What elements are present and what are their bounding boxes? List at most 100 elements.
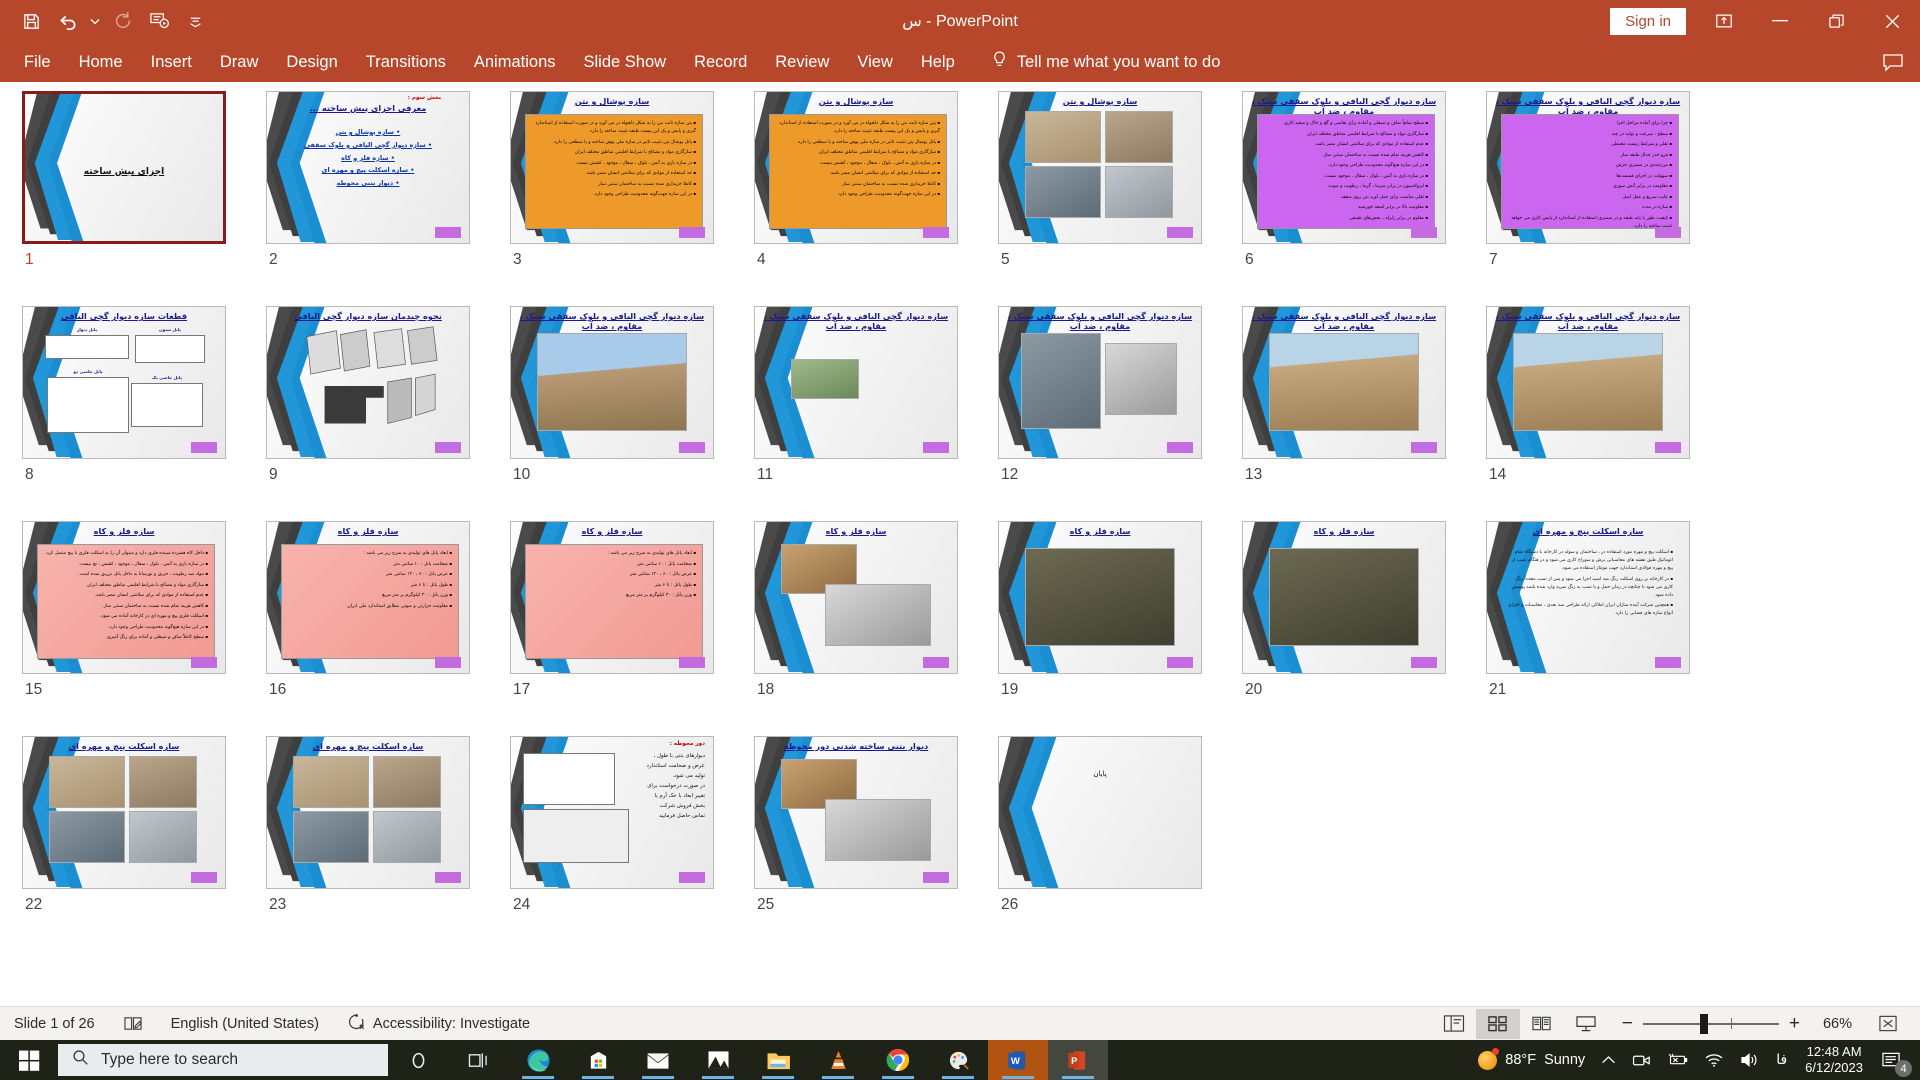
slide-preview[interactable]: سازه فلز و کاه — [754, 521, 958, 674]
task-view-icon[interactable] — [448, 1040, 508, 1080]
slide-preview[interactable]: بخش سوم : معرفی اجزای پیش ساخته ... • سازه… — [266, 91, 470, 244]
slide-preview[interactable]: سازه دیوار گچی الیافی و بلوک سقفی سبک ، … — [1242, 91, 1446, 244]
slide-preview[interactable]: سازه پوشال و بتن پتن سازه ثابت بتن را به … — [510, 91, 714, 244]
slide-preview[interactable]: سازه دیوار گچی الیافی و بلوک سقفی سبک ، … — [998, 306, 1202, 459]
slide-thumbnail-frame[interactable]: سازه پوشال و بتن پتن سازه ثابت بتن را به … — [754, 91, 958, 244]
slide-thumbnail-frame[interactable]: سازه دیوار گچی الیافی و بلوک سقفی سبک ، … — [1486, 91, 1690, 244]
zoom-slider[interactable] — [1642, 1013, 1779, 1034]
slide-preview[interactable]: سازه فلز و کاه ابعاد پانل های تولیدی به ش… — [510, 521, 714, 674]
clock[interactable]: 12:48 AM 6/12/2023 — [1795, 1044, 1873, 1077]
mail-icon[interactable] — [628, 1040, 688, 1080]
close-icon[interactable] — [1864, 0, 1920, 42]
slide-thumbnail-15[interactable]: سازه فلز و کاه داخل کاه فشرده شینده فلزی … — [22, 521, 266, 736]
slide-preview[interactable]: سازه دیوار گچی الیافی و بلوک سقفی سبک ، … — [754, 306, 958, 459]
slide-preview[interactable]: سازه فلز و کاه — [1242, 521, 1446, 674]
slide-thumbnail-4[interactable]: سازه پوشال و بتن پتن سازه ثابت بتن را به … — [754, 91, 998, 306]
restore-icon[interactable] — [1808, 0, 1864, 42]
slide-thumbnail-frame[interactable]: سازه دیوار گچی الیافی و بلوک سقفی سبک ، … — [998, 306, 1202, 459]
accessibility-checker[interactable]: Accessibility: Investigate — [333, 1007, 544, 1041]
customize-quick-access-toolbar-icon[interactable] — [178, 5, 212, 37]
slide-thumbnail-frame[interactable]: سازه فلز و کاه ابعاد پانل های تولیدی به ش… — [266, 521, 470, 674]
paint-icon[interactable] — [928, 1040, 988, 1080]
microsoft-edge-icon[interactable] — [508, 1040, 568, 1080]
slide-thumbnail-frame[interactable]: سازه فلز و کاه — [754, 521, 958, 674]
google-chrome-icon[interactable] — [868, 1040, 928, 1080]
meet-now-icon[interactable] — [1624, 1040, 1659, 1080]
slide-preview[interactable]: قطعات سازه دیوار گچی الیافی پانل دیوار پان… — [22, 306, 226, 459]
normal-view-button[interactable] — [1432, 1009, 1476, 1039]
start-button[interactable] — [0, 1040, 58, 1080]
slide-preview[interactable]: سازه دیوار گچی الیافی و بلوک سقفی سبک ، … — [510, 306, 714, 459]
slide-thumbnail-22[interactable]: سازه اسکلت پیچ و مهره ای 22 — [22, 736, 266, 951]
ribbon-tab-view[interactable]: View — [843, 46, 906, 79]
ribbon-tab-design[interactable]: Design — [272, 46, 351, 79]
slide-thumbnail-6[interactable]: سازه دیوار گچی الیافی و بلوک سقفی سبک ، … — [1242, 91, 1486, 306]
minimize-icon[interactable] — [1752, 0, 1808, 42]
slide-thumbnail-frame[interactable]: سازه دیوار گچی الیافی و بلوک سقفی سبک ، … — [1242, 91, 1446, 244]
slide-thumbnail-23[interactable]: سازه اسکلت پیچ و مهره ای 23 — [266, 736, 510, 951]
undo-icon[interactable] — [50, 5, 84, 37]
slide-thumbnail-frame[interactable]: سازه دیوار گچی الیافی و بلوک سقفی سبک ، … — [754, 306, 958, 459]
slide-preview[interactable]: دور محوطه : دیوارهای بتنی با طول ، عرض و ض… — [510, 736, 714, 889]
slide-thumbnail-1[interactable]: اجزای پیش ساخته 1 — [22, 91, 266, 306]
slide-thumbnail-frame[interactable]: سازه دیوار گچی الیافی و بلوک سقفی سبک ، … — [1486, 306, 1690, 459]
slide-preview[interactable]: نحوه چیدمان سازه دیوار گچی الیافی — [266, 306, 470, 459]
weather-widget[interactable]: 88°F Sunny — [1470, 1040, 1593, 1080]
slide-thumbnail-25[interactable]: دیوار بتنی ساخته شدنی دور محوطه 25 — [754, 736, 998, 951]
ribbon-tab-slide-show[interactable]: Slide Show — [570, 46, 681, 79]
language-indicator-tray[interactable]: فا — [1768, 1040, 1795, 1080]
slide-indicator[interactable]: Slide 1 of 26 — [0, 1007, 109, 1041]
slide-preview[interactable]: سازه دیوار گچی الیافی و بلوک سقفی سبک ، … — [1486, 306, 1690, 459]
slide-thumbnail-5[interactable]: سازه پوشال و بتن 5 — [998, 91, 1242, 306]
slide-thumbnail-16[interactable]: سازه فلز و کاه ابعاد پانل های تولیدی به ش… — [266, 521, 510, 736]
microsoft-word-icon[interactable]: W — [988, 1040, 1048, 1080]
slide-thumbnail-24[interactable]: دور محوطه : دیوارهای بتنی با طول ، عرض و ض… — [510, 736, 754, 951]
ribbon-tab-file[interactable]: File — [10, 46, 65, 79]
slide-show-button[interactable] — [1564, 1009, 1608, 1039]
comments-icon[interactable] — [1882, 52, 1904, 72]
slide-thumbnail-frame[interactable]: دور محوطه : دیوارهای بتنی با طول ، عرض و ض… — [510, 736, 714, 889]
search-input[interactable]: Type here to search — [58, 1044, 388, 1076]
ribbon-tab-transitions[interactable]: Transitions — [352, 46, 460, 79]
zoom-out-button[interactable]: − — [1622, 1013, 1633, 1035]
slide-thumbnail-18[interactable]: سازه فلز و کاه 18 — [754, 521, 998, 736]
slide-thumbnail-frame[interactable]: سازه فلز و کاه ابعاد پانل های تولیدی به ش… — [510, 521, 714, 674]
slide-thumbnail-frame[interactable]: سازه دیوار گچی الیافی و بلوک سقفی سبک ، … — [1242, 306, 1446, 459]
slide-thumbnail-26[interactable]: پایان 26 — [998, 736, 1242, 951]
slide-preview[interactable]: سازه فلز و کاه داخل کاه فشرده شینده فلزی … — [22, 521, 226, 674]
slide-preview[interactable]: سازه دیوار گچی الیافی و بلوک سقفی سبک ، … — [1242, 306, 1446, 459]
slide-thumbnail-19[interactable]: سازه فلز و کاه 19 — [998, 521, 1242, 736]
wifi-icon[interactable] — [1696, 1040, 1732, 1080]
slide-thumbnail-frame[interactable]: قطعات سازه دیوار گچی الیافی پانل دیوار پان… — [22, 306, 226, 459]
slide-thumbnail-frame[interactable]: سازه اسکلت پیچ و مهره ای — [22, 736, 226, 889]
ribbon-tab-help[interactable]: Help — [907, 46, 969, 79]
microsoft-store-icon[interactable] — [568, 1040, 628, 1080]
notes-icon[interactable] — [109, 1007, 157, 1041]
slide-thumbnail-frame[interactable]: نحوه چیدمان سازه دیوار گچی الیافی — [266, 306, 470, 459]
slide-thumbnail-frame[interactable]: سازه فلز و کاه داخل کاه فشرده شینده فلزی … — [22, 521, 226, 674]
ribbon-tab-insert[interactable]: Insert — [137, 46, 206, 79]
photos-icon[interactable] — [688, 1040, 748, 1080]
slide-thumbnail-frame[interactable]: اجزای پیش ساخته — [22, 91, 226, 244]
slide-sorter-view-button[interactable] — [1475, 1008, 1520, 1039]
reading-view-button[interactable] — [1520, 1009, 1564, 1039]
ribbon-tab-review[interactable]: Review — [761, 46, 843, 79]
slide-thumbnail-10[interactable]: سازه دیوار گچی الیافی و بلوک سقفی سبک ، … — [510, 306, 754, 521]
slide-preview[interactable]: سازه فلز و کاه ابعاد پانل های تولیدی به ش… — [266, 521, 470, 674]
zoom-slider-handle[interactable] — [1700, 1013, 1708, 1034]
slide-thumbnail-21[interactable]: سازه اسکلت پیچ و مهره ای اسکلت پیچ و مهره… — [1486, 521, 1730, 736]
tell-me-search[interactable]: Tell me what you want to do — [991, 50, 1220, 74]
redo-icon[interactable] — [106, 5, 140, 37]
slide-thumbnail-frame[interactable]: بخش سوم : معرفی اجزای پیش ساخته ... • سازه… — [266, 91, 470, 244]
ribbon-tab-record[interactable]: Record — [680, 46, 761, 79]
ribbon-tab-animations[interactable]: Animations — [460, 46, 570, 79]
zoom-in-button[interactable]: + — [1789, 1013, 1800, 1035]
zoom-level-label[interactable]: 66% — [1810, 1016, 1852, 1032]
show-hidden-icons-button[interactable] — [1593, 1040, 1624, 1080]
slide-preview[interactable]: سازه اسکلت پیچ و مهره ای — [22, 736, 226, 889]
slide-thumbnail-9[interactable]: نحوه چیدمان سازه دیوار گچی الیافی 9 — [266, 306, 510, 521]
slide-thumbnail-11[interactable]: سازه دیوار گچی الیافی و بلوک سقفی سبک ، … — [754, 306, 998, 521]
cortana-icon[interactable] — [388, 1040, 448, 1080]
slide-thumbnail-14[interactable]: سازه دیوار گچی الیافی و بلوک سقفی سبک ، … — [1486, 306, 1730, 521]
slide-thumbnail-frame[interactable]: سازه پوشال و بتن پتن سازه ثابت بتن را به … — [510, 91, 714, 244]
